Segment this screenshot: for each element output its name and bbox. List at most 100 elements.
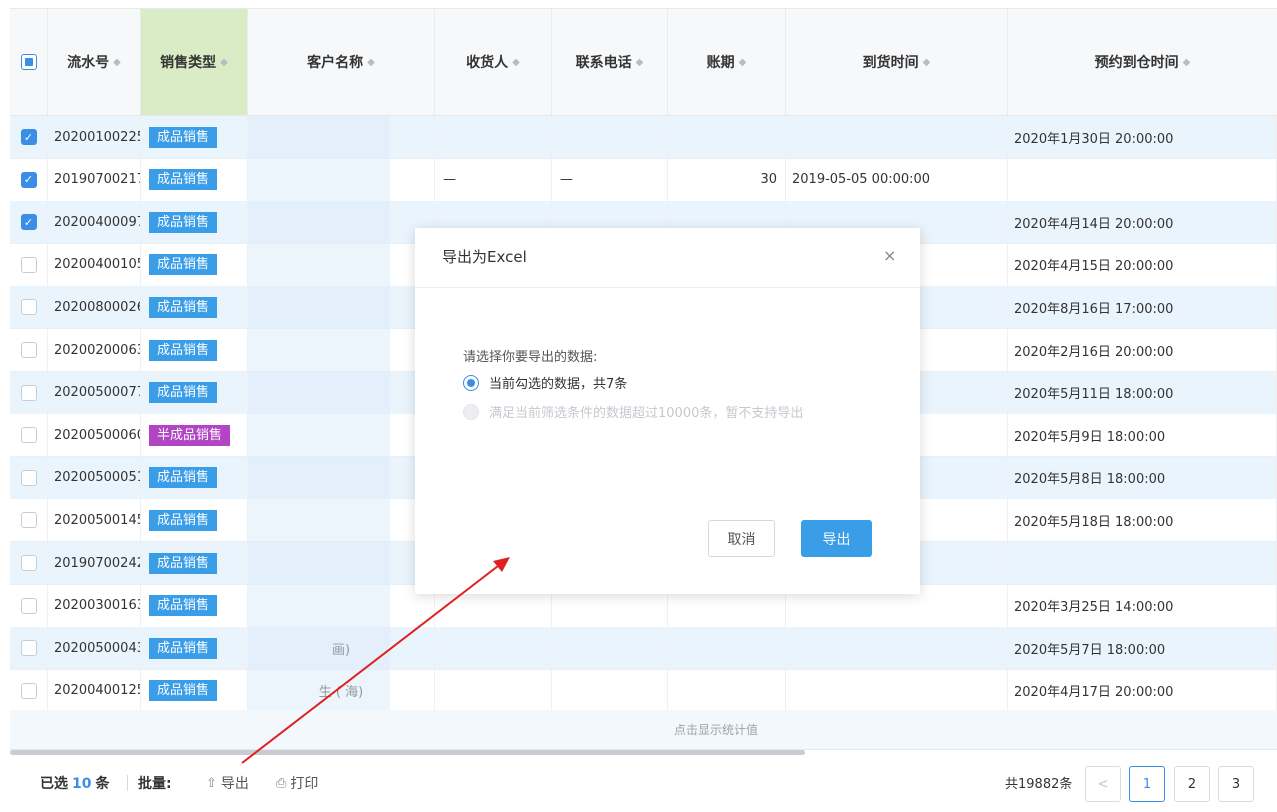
table-row[interactable]: 20200100225 成品销售 2020年1月30日 20:00:00 [10,116,1277,159]
row-checkbox[interactable] [20,299,37,316]
close-icon[interactable]: × [883,246,896,265]
row-checkbox-cell [10,201,48,244]
sort-icon[interactable]: ◆ [512,57,520,68]
header-label: 预约到仓时间 [1094,55,1179,71]
sales-type-tag: 成品销售 [149,637,218,659]
sales-type-cell: 成品销售 [141,158,248,201]
prev-page-button[interactable]: < [1085,766,1121,802]
row-checkbox[interactable] [20,256,37,273]
header-term[interactable]: 账期 ◆ [668,9,786,115]
customer-cell: 生 ( 海) [248,669,435,712]
serial-cell: 20200400125 [48,669,141,712]
row-checkbox-cell [10,542,48,584]
receiver-cell [435,669,552,712]
customer-cell [248,286,435,329]
select-all-checkbox[interactable] [20,54,37,70]
header-customer[interactable]: 客户名称 ◆ [248,9,435,115]
sort-icon[interactable]: ◆ [220,57,228,68]
sales-type-cell: 成品销售 [141,243,248,286]
row-checkbox-cell [10,286,48,329]
row-checkbox[interactable] [20,512,37,529]
table-row[interactable]: 20200500043 成品销售 画) 2020年5月7日 18:00:00 [10,627,1277,671]
page-1-button[interactable]: 1 [1129,766,1165,802]
header-serial[interactable]: 流水号 ◆ [48,9,141,115]
header-phone[interactable]: 联系电话 ◆ [552,9,668,115]
sort-icon[interactable]: ◆ [923,57,931,68]
sales-type-cell: 成品销售 [141,669,248,712]
header-arrival-time[interactable]: 到货时间 ◆ [786,9,1008,115]
row-checkbox[interactable] [20,640,37,657]
option-filtered-data: 满足当前筛选条件的数据超过10000条，暂不支持导出 [463,402,803,421]
sort-icon[interactable]: ◆ [367,57,375,68]
row-checkbox[interactable] [20,342,37,358]
customer-cell: 画) [248,627,435,670]
row-checkbox[interactable] [20,427,37,444]
page-2-button[interactable]: 2 [1174,766,1210,802]
sales-type-cell: 半成品销售 [141,414,248,457]
sales-type-cell: 成品销售 [141,456,248,499]
sales-type-cell: 成品销售 [141,542,248,584]
customer-cell [248,584,435,627]
term-cell [668,627,786,670]
row-checkbox[interactable] [20,555,37,571]
sort-icon[interactable]: ◆ [636,57,644,68]
appt-cell: 2020年2月16日 20:00:00 [1008,329,1277,371]
header-receiver[interactable]: 收货人 ◆ [435,9,552,115]
print-button[interactable]: ⎙ 打印 [276,773,318,793]
phone-cell [552,116,668,158]
sort-icon[interactable]: ◆ [1183,57,1191,68]
row-checkbox[interactable] [20,682,37,699]
export-button[interactable]: ⇧ 导出 [206,773,249,793]
table-row[interactable]: 20200400125 成品销售 生 ( 海) 2020年4月17日 20:00:00 [10,669,1277,713]
customer-cell [248,414,435,457]
serial-cell: 20200200063 [48,329,141,371]
radio-selected[interactable] [463,374,479,391]
horizontal-scrollbar[interactable] [10,750,805,755]
row-checkbox[interactable] [20,129,37,145]
sales-type-tag: 成品销售 [149,467,218,489]
sales-type-tag: 成品销售 [149,254,218,276]
header-sales-type[interactable]: 销售类型 ◆ [141,9,248,115]
arrive-cell [786,116,1008,158]
table-row[interactable]: 20190700217成品销售——302019-05-05 00:00:00 [10,158,1277,202]
phone-cell: — [552,158,668,201]
confirm-export-button[interactable]: 导出 [801,520,872,557]
option-selected-data[interactable]: 当前勾选的数据，共7条 [463,373,627,392]
row-checkbox[interactable] [20,171,37,188]
appt-cell: 2020年4月14日 20:00:00 [1008,201,1277,244]
serial-cell: 20200500077 [48,371,141,414]
sales-type-tag: 成品销售 [149,339,218,361]
dialog-header: 导出为Excel × [415,228,920,288]
sales-type-tag: 成品销售 [149,382,218,404]
row-checkbox-cell [10,499,48,542]
sales-type-cell: 成品销售 [141,371,248,414]
row-checkbox[interactable] [20,384,37,401]
table-header: 流水号 ◆ 销售类型 ◆ 客户名称 ◆ 收货人 ◆ 联系电话 ◆ 账期 ◆ 到货… [10,8,1277,116]
customer-cell [248,329,435,371]
appt-cell: 2020年5月9日 18:00:00 [1008,414,1277,457]
selected-prefix: 已选 [40,776,68,792]
customer-cell [248,542,435,584]
cancel-button[interactable]: 取消 [708,520,775,557]
row-checkbox[interactable] [20,469,37,486]
sales-type-tag: 成品销售 [149,169,218,191]
receiver-cell: — [435,158,552,201]
header-appointment-time[interactable]: 预约到仓时间 ◆ [1008,9,1277,115]
row-checkbox-cell [10,116,48,158]
summary-row[interactable]: 点击显示统计值 [10,710,1277,750]
phone-cell [552,669,668,712]
row-checkbox-cell [10,456,48,499]
serial-cell: 20200500145 [48,499,141,542]
summary-label[interactable]: 点击显示统计值 [674,721,758,738]
sort-icon[interactable]: ◆ [113,57,121,68]
printer-icon: ⎙ [276,775,287,791]
sales-type-cell: 成品销售 [141,499,248,542]
appt-cell: 2020年4月15日 20:00:00 [1008,243,1277,286]
row-checkbox[interactable] [20,597,37,614]
sort-icon[interactable]: ◆ [739,57,747,68]
radio-filtered [463,403,479,420]
row-checkbox[interactable] [20,214,37,231]
receiver-cell [435,627,552,670]
appt-cell: 2020年5月8日 18:00:00 [1008,456,1277,499]
page-3-button[interactable]: 3 [1218,766,1254,802]
